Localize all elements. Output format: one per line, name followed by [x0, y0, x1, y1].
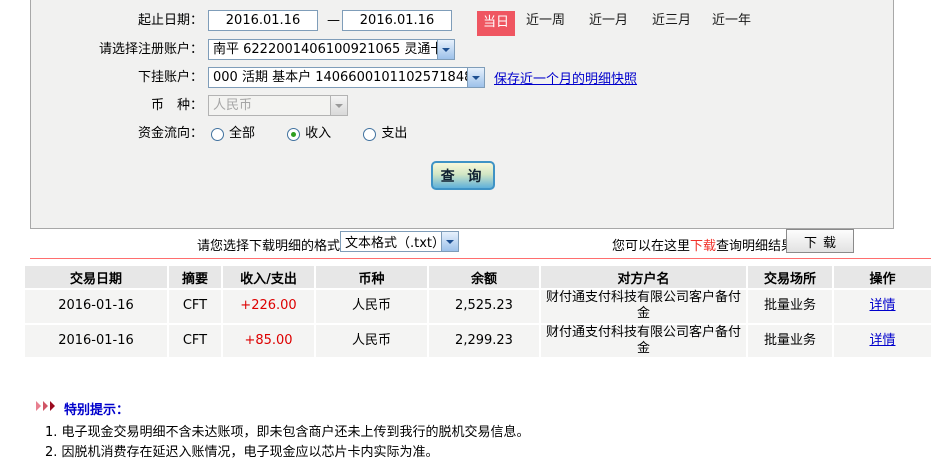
col-header-venue: 交易场所 — [747, 266, 833, 289]
cell-currency: 人民币 — [315, 289, 428, 324]
chevron-down-icon — [330, 96, 347, 115]
date-range-row: 起止日期： — 当日 近一周 近一月 近三月 近一年 — [31, 10, 893, 32]
query-form-panel: 起止日期： — 当日 近一周 近一月 近三月 近一年 请选择注册账户： 南平 6… — [30, 0, 894, 229]
col-header-action: 操作 — [833, 266, 931, 289]
fund-flow-option-all-label: 全部 — [229, 123, 255, 145]
date-separator: — — [327, 10, 340, 32]
col-header-currency: 币种 — [315, 266, 428, 289]
sub-account-value: 000 活期 基本户 1406600101102571848 — [209, 67, 467, 89]
col-header-amount: 收入/支出 — [222, 266, 315, 289]
quick-range-year[interactable]: 近一年 — [712, 10, 751, 32]
cell-action: 详情 — [833, 324, 931, 359]
table-row: 2016-01-16 CFT +226.00 人民币 2,525.23 财付通支… — [25, 289, 931, 324]
currency-value: 人民币 — [209, 95, 330, 117]
fund-flow-option-income-label: 收入 — [305, 123, 331, 145]
col-header-balance: 余额 — [428, 266, 540, 289]
cell-balance: 2,525.23 — [428, 289, 540, 324]
chevron-down-icon — [467, 68, 484, 87]
download-hint-link[interactable]: 下载 — [690, 239, 716, 254]
registered-account-value: 南平 6222001406100921065 灵通卡 — [209, 39, 437, 61]
download-format-value: 文本格式（.txt） — [341, 232, 441, 251]
cell-counterparty: 财付通支付科技有限公司客户备付金 — [540, 324, 747, 359]
table-header-row: 交易日期 摘要 收入/支出 币种 余额 对方户名 交易场所 操作 — [25, 266, 931, 289]
radio-selected-icon — [287, 128, 300, 141]
currency-row: 币 种： 人民币 — [31, 95, 893, 117]
download-hint: 您可以在这里下载查询明细结果 — [612, 235, 794, 254]
col-header-date: 交易日期 — [25, 266, 168, 289]
radio-icon — [211, 128, 224, 141]
chevron-down-icon — [437, 40, 454, 59]
download-hint-suffix: 查询明细结果 — [716, 239, 794, 254]
cell-summary: CFT — [168, 289, 222, 324]
special-notes-title: 特别提示： — [64, 399, 129, 418]
download-format-label: 请您选择下载明细的格式 — [110, 235, 340, 254]
fund-flow-radio-all[interactable]: 全部 — [211, 123, 255, 145]
cell-venue: 批量业务 — [747, 324, 833, 359]
download-hint-prefix: 您可以在这里 — [612, 239, 690, 254]
cell-venue: 批量业务 — [747, 289, 833, 324]
table-row: 2016-01-16 CFT +85.00 人民币 2,299.23 财付通支付… — [25, 324, 931, 359]
cell-summary: CFT — [168, 324, 222, 359]
triple-arrow-icon — [36, 401, 57, 411]
cell-counterparty: 财付通支付科技有限公司客户备付金 — [540, 289, 747, 324]
fund-flow-label: 资金流向： — [31, 123, 203, 145]
detail-link[interactable]: 详情 — [869, 298, 895, 313]
currency-label: 币 种： — [31, 95, 203, 117]
transaction-query-page: 起止日期： — 当日 近一周 近一月 近三月 近一年 请选择注册账户： 南平 6… — [0, 0, 931, 460]
save-snapshot-link[interactable]: 保存近一个月的明细快照 — [494, 69, 637, 91]
cell-action: 详情 — [833, 289, 931, 324]
registered-account-select[interactable]: 南平 6222001406100921065 灵通卡 — [208, 39, 455, 60]
radio-icon — [363, 128, 376, 141]
registered-account-row: 请选择注册账户： 南平 6222001406100921065 灵通卡 — [31, 39, 893, 61]
col-header-summary: 摘要 — [168, 266, 222, 289]
download-format-select[interactable]: 文本格式（.txt） — [340, 231, 459, 252]
cell-balance: 2,299.23 — [428, 324, 540, 359]
registered-account-label: 请选择注册账户： — [31, 39, 203, 61]
fund-flow-radio-expense[interactable]: 支出 — [363, 123, 407, 145]
quick-range-week[interactable]: 近一周 — [526, 10, 565, 32]
fund-flow-radio-income[interactable]: 收入 — [287, 123, 331, 145]
quick-range-quarter[interactable]: 近三月 — [652, 10, 691, 32]
detail-link[interactable]: 详情 — [869, 333, 895, 348]
sub-account-row: 下挂账户： 000 活期 基本户 1406600101102571848 保存近… — [31, 67, 893, 89]
transactions-table: 交易日期 摘要 收入/支出 币种 余额 对方户名 交易场所 操作 2016-01… — [25, 266, 931, 359]
special-note-item: 1. 电子现金交易明细不含未达账项，即未包含商户还未上传到我行的脱机交易信息。 — [45, 421, 530, 440]
date-range-label: 起止日期： — [31, 10, 203, 32]
date-from-input[interactable] — [208, 10, 318, 31]
cell-date: 2016-01-16 — [25, 324, 168, 359]
chevron-down-icon — [441, 232, 458, 251]
col-header-counterparty: 对方户名 — [540, 266, 747, 289]
download-button[interactable]: 下载 — [786, 229, 854, 253]
special-note-item: 2. 因脱机消费存在延迟入账情况，电子现金应以芯片卡内实际为准。 — [45, 441, 439, 460]
red-divider — [30, 258, 931, 259]
fund-flow-option-expense-label: 支出 — [381, 123, 407, 145]
date-to-input[interactable] — [342, 10, 452, 31]
sub-account-label: 下挂账户： — [31, 67, 203, 89]
quick-range-today[interactable]: 当日 — [477, 11, 515, 36]
quick-range-month[interactable]: 近一月 — [589, 10, 628, 32]
query-button[interactable]: 查 询 — [431, 161, 495, 190]
fund-flow-row: 资金流向： 全部 收入 支出 — [31, 123, 893, 145]
sub-account-select[interactable]: 000 活期 基本户 1406600101102571848 — [208, 67, 485, 88]
cell-amount: +226.00 — [222, 289, 315, 324]
cell-date: 2016-01-16 — [25, 289, 168, 324]
cell-currency: 人民币 — [315, 324, 428, 359]
currency-select: 人民币 — [208, 95, 348, 116]
cell-amount: +85.00 — [222, 324, 315, 359]
